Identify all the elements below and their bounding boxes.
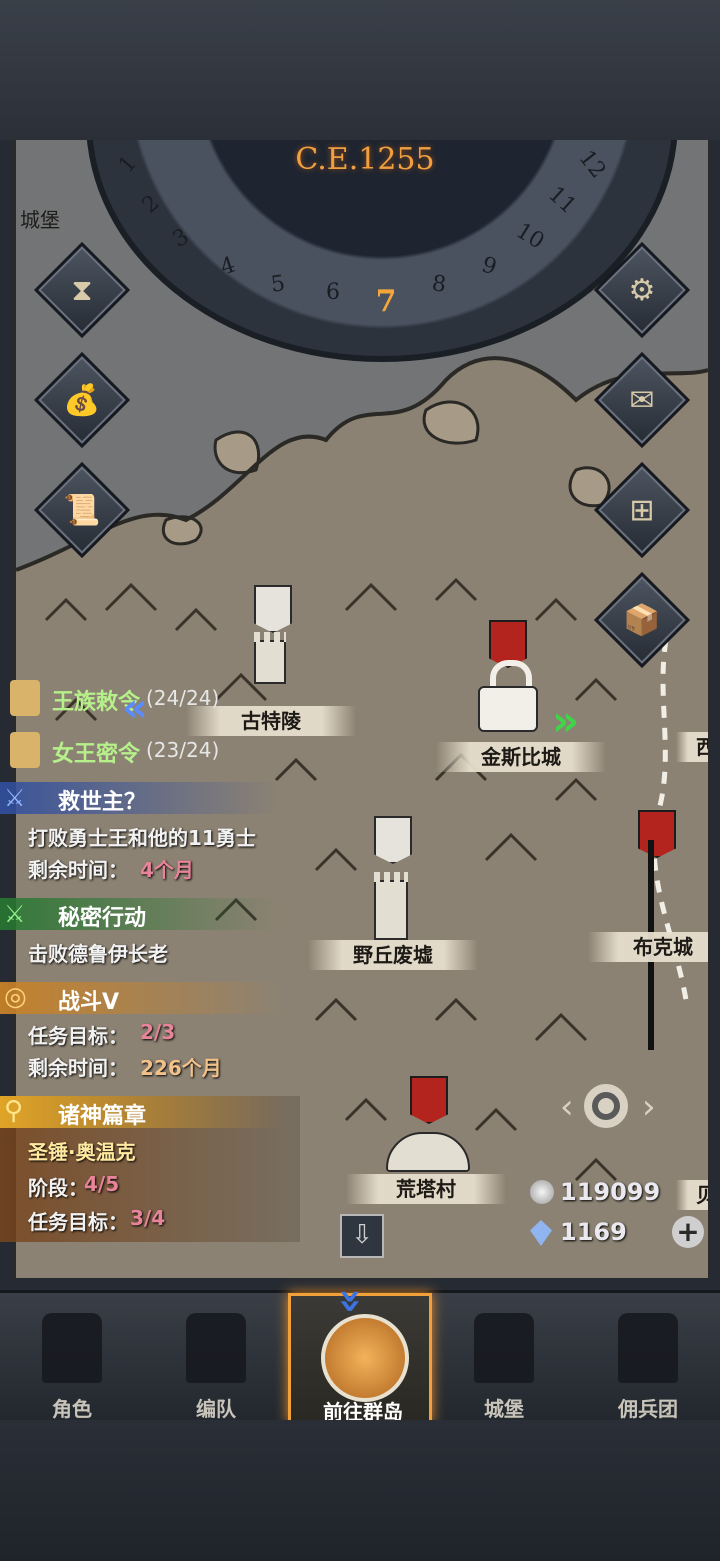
location-banner-white (254, 585, 292, 633)
nav-formation[interactable]: 编队 (144, 1293, 288, 1423)
money-bag-icon: 💰 (63, 382, 101, 418)
tower-icon (374, 872, 408, 940)
quest-title: 秘密行动 (58, 906, 147, 931)
era-year: C.E.1255 (295, 142, 435, 177)
top-frame (0, 0, 720, 140)
current-month: 7 (375, 284, 397, 319)
recenter-crosshair-icon[interactable]: ‹ › (560, 1076, 660, 1140)
location-banner-white (374, 816, 412, 864)
quest-progress: (24/24) (146, 686, 220, 710)
quest-header (0, 982, 280, 1014)
location-huangta-label[interactable]: 荒塔村 (346, 1174, 506, 1204)
location-jinsibi-label[interactable]: 金斯比城 (436, 742, 606, 772)
map-corner-label: 城堡 (20, 208, 60, 232)
quest-time-value: 4个月 (140, 858, 194, 882)
scroll-icon (10, 680, 40, 716)
back-chevron-icon[interactable]: « (122, 688, 148, 728)
quest-time-label: 剩余时间： (28, 858, 128, 882)
helmet-icon (186, 1313, 246, 1383)
location-buke-label[interactable]: 布克城 (588, 932, 708, 962)
nav-castle[interactable]: 城堡 (432, 1293, 576, 1423)
add-crystals-button[interactable]: + (672, 1216, 704, 1248)
collapse-panel-button[interactable]: ⇩ (340, 1214, 384, 1258)
location-xi-label[interactable]: 西 (676, 732, 708, 762)
magnifier-icon: ⚲ (4, 1096, 24, 1126)
dial-month-6: 6 (326, 280, 340, 305)
padlock-icon (478, 660, 538, 732)
location-yeqiu-label[interactable]: 野丘废墟 (308, 940, 478, 970)
enemy-banner-red (410, 1076, 448, 1124)
quest-title: 战斗V (58, 990, 120, 1015)
mercenary-flag-icon (618, 1313, 678, 1383)
forward-chevron-icon[interactable]: » (552, 696, 579, 745)
castle-icon (474, 1313, 534, 1383)
quest-boss-name: 圣锤·奥温克 (28, 1140, 136, 1164)
enemy-banner-red (638, 810, 676, 858)
target-crosshair-icon: ◎ (4, 982, 27, 1012)
knight-icon (42, 1313, 102, 1383)
quest-goal-value: 2/3 (140, 1020, 176, 1044)
quest-progress: (23/24) (146, 738, 220, 762)
location-bei-label[interactable]: 贝 (676, 1180, 708, 1210)
quest-stage-label: 阶段： (28, 1176, 88, 1200)
compass-globe-icon (321, 1314, 409, 1402)
quest-goal-value: 3/4 (130, 1206, 166, 1230)
castle-icon (254, 632, 286, 684)
quest-title: 女王密令 (52, 742, 141, 767)
nav-character-label: 角色 (52, 1397, 92, 1421)
bottom-frame (0, 1420, 720, 1561)
location-gutling-label[interactable]: 古特陵 (186, 706, 356, 736)
nav-castle-label: 城堡 (484, 1397, 524, 1421)
scroll-icon: 📜 (63, 492, 101, 528)
nav-mercenary[interactable]: 佣兵团 (576, 1293, 720, 1423)
hourglass-icon: ⧗ (71, 272, 93, 308)
supplies-crate-icon: 📦 (623, 602, 661, 638)
nav-formation-label: 编队 (196, 1397, 236, 1421)
quest-description: 击败德鲁伊长老 (28, 942, 168, 966)
quest-description: 打败勇士王和他的11勇士 (28, 826, 256, 850)
nav-mercenary-label: 佣兵团 (618, 1397, 678, 1421)
map-grid-icon: ⊞ (629, 492, 655, 528)
quest-goal-label: 任务目标： (28, 1024, 128, 1048)
active-tab-chevron-icon: » (327, 1288, 374, 1314)
quest-time-value: 226个月 (140, 1056, 222, 1080)
crossed-swords-icon: ⚔ (4, 900, 26, 928)
nav-character[interactable]: 角色 (0, 1293, 144, 1423)
quest-title: 救世主？ (58, 790, 147, 815)
quest-time-label: 剩余时间： (28, 1056, 128, 1080)
quest-goal-label: 任务目标： (28, 1210, 128, 1234)
silver-amount: 119099 (560, 1178, 661, 1206)
quest-stage-value: 4/5 (84, 1172, 120, 1196)
crossed-swords-icon: ⚔ (4, 784, 26, 812)
quest-title: 诸神篇章 (58, 1104, 147, 1129)
mail-envelope-icon: ✉ (629, 382, 655, 418)
crystal-amount: 1169 (560, 1218, 627, 1246)
silver-coin-icon (530, 1180, 554, 1204)
settings-gear-icon: ⚙ (628, 272, 656, 308)
scroll-icon (10, 732, 40, 768)
